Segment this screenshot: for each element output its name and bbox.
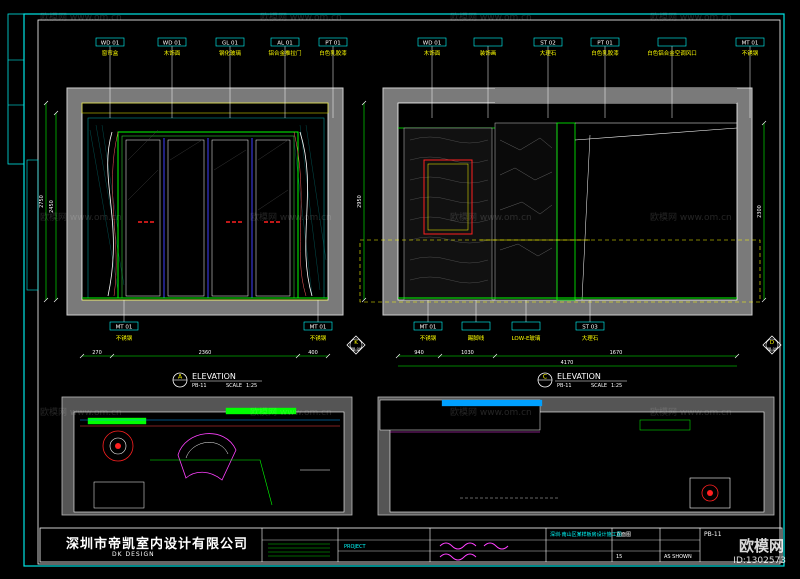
tag-code: PT 01 [597,41,612,47]
tag-text: 木饰面 [424,49,441,57]
elevation-scale-label: SCALE [591,383,607,389]
dimension-label: 4170 [561,360,574,366]
dimension-label: 1030 [461,350,474,356]
dimension-label: 2950 [357,195,363,208]
elevation-title: ELEVATION [192,372,236,381]
watermark: 欧模网 www.om.cn [650,13,732,23]
tag-text: 不锈钢 [420,334,437,342]
tag-text: 不锈钢 [310,334,327,342]
tag-text: 大理石 [582,334,599,342]
dimension-label: 400 [308,350,318,356]
dimension-label: 270 [92,350,102,356]
scale-value: AS SHOWN [664,554,692,560]
tag-text: 大理石 [540,49,557,57]
tag-code: MT 01 [420,325,437,331]
tag-text: 不锈钢 [116,334,133,342]
section-sub: PB-09 [767,347,777,351]
tag-code: AL 01 [277,41,293,47]
section-sub: PB-09 [351,347,361,351]
tag-code: WD 01 [163,41,181,47]
watermark: 欧模网 www.om.cn [40,213,122,223]
tag-text: 白色铝合金空调风口 [647,49,697,57]
project-name: 深圳·南山区某样板房设计施工图 [550,531,622,538]
tag-text: 铝合金推拉门 [268,49,301,57]
dimension-label: 2300 [757,205,763,218]
tag-code: ST 02 [540,41,556,47]
tag-text: 窗帘盒 [102,49,119,57]
dimension-label: 2750 [39,195,45,208]
drawing-number: PB-11 [704,531,722,538]
project-label: PROJECT [344,544,367,550]
watermark: 欧模网 www.om.cn [450,213,532,223]
sheet-number: 15 [616,554,622,560]
watermark-logo: 欧模网 [738,537,784,555]
cad-drawing: WD 01 窗帘盒 WD 01 木饰面 GL 01 钢化玻璃 AL 01 铝合金推拉门 PT 0… [0,0,800,575]
dimension-label: 2360 [199,350,212,356]
elevation-sub: PB-11 [192,383,207,389]
section-letter: K [354,340,358,346]
watermark: 欧模网 www.om.cn [250,213,332,223]
watermark: 欧模网 www.om.cn [450,13,532,23]
elevation-scale: 1:25 [611,383,622,389]
company-subtitle: DK DESIGN [112,551,155,558]
elevation-c [359,87,761,316]
watermark: 欧模网 www.om.cn [650,213,732,223]
tag-text: 白色乳胶漆 [591,49,619,57]
watermark: 欧模网 www.om.cn [40,408,122,418]
elevation-a [66,87,344,316]
tag-code: ST 03 [582,325,598,331]
tag-text: 白色乳胶漆 [319,49,347,57]
tag-text: 踢脚线 [468,334,485,342]
tag-code: MT 01 [742,41,759,47]
image-id: ID:1302573 [733,556,786,566]
elevation-letter: C [543,374,547,381]
watermark: 欧模网 www.om.cn [250,408,332,418]
dimension-label: 940 [414,350,424,356]
tag-text: 装饰画 [480,49,497,57]
tag-code: GL 01 [222,41,238,47]
tag-text: 木饰面 [164,49,181,57]
elevation-title: ELEVATION [557,372,601,381]
tag-text: 钢化玻璃 [219,49,242,57]
tag-code: MT 01 [116,325,133,331]
watermark: 欧模网 www.om.cn [650,408,732,418]
company-name: 深圳市帝凯室内设计有限公司 [66,537,249,552]
tag-text: 不锈钢 [742,49,759,57]
section-letter: D [770,340,774,346]
tag-code: WD 01 [423,41,441,47]
elevation-scale: 1:25 [246,383,257,389]
tag-code: PT 01 [325,41,340,47]
drawing-title: 立面图 [616,531,631,538]
drawing-canvas: WD 01 窗帘盒 WD 01 木饰面 GL 01 钢化玻璃 AL 01 铝合金推拉门 PT 0… [0,0,800,575]
elevation-scale-label: SCALE [226,383,242,389]
dimension-label: 1670 [610,350,623,356]
tag-text: LOW-E玻璃 [512,334,541,342]
watermark: 欧模网 www.om.cn [450,408,532,418]
watermark: 欧模网 www.om.cn [40,13,122,23]
tag-code: MT 01 [310,325,327,331]
watermark: 欧模网 www.om.cn [260,13,342,23]
elevation-sub: PB-11 [557,383,572,389]
tag-code: WD 01 [101,41,119,47]
